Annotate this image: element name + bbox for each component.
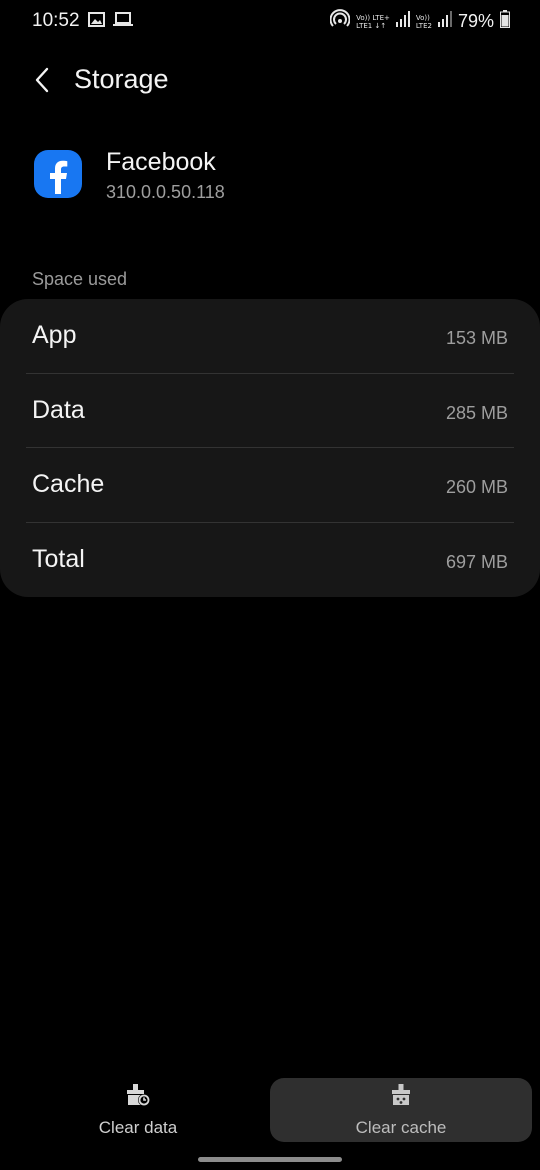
page-title: Storage: [74, 64, 169, 94]
row-value: 285 MB: [445, 402, 508, 423]
battery-percent: 79%: [457, 11, 494, 31]
status-bar: 10:52 Vo)) LTE+ LTE1 ↓↑ Vo)) LTE2 79%: [0, 0, 540, 44]
sim1-network-bottom: LTE1 ↓↑: [356, 21, 387, 30]
clear-data-icon: [125, 1083, 151, 1112]
sim1-network-top: Vo)) LTE+: [356, 13, 390, 22]
space-used-card: App 153 MB Data 285 MB Cache 260 MB Tota…: [0, 299, 540, 597]
status-left-icons: [88, 12, 133, 32]
status-time: 10:52: [32, 10, 80, 31]
row-value: 260 MB: [445, 477, 508, 497]
row-label: App: [32, 321, 77, 349]
storage-row-data: Data 285 MB: [0, 374, 540, 448]
clear-cache-button[interactable]: Clear cache: [270, 1078, 532, 1142]
bottom-action-bar: Clear data Clear cache: [0, 1078, 540, 1144]
status-right: Vo)) LTE+ LTE1 ↓↑ Vo)) LTE2 79%: [329, 9, 510, 34]
clear-data-button[interactable]: Clear data: [8, 1078, 268, 1142]
row-label: Cache: [32, 470, 105, 498]
facebook-icon: [34, 150, 82, 198]
laptop-icon: [113, 12, 133, 32]
row-label: Total: [32, 544, 85, 573]
chevron-left-icon: [35, 67, 49, 93]
header: Storage: [0, 52, 540, 108]
app-name: Facebook: [106, 148, 216, 176]
clear-data-label: Clear data: [98, 1117, 178, 1137]
back-button[interactable]: [28, 62, 56, 98]
app-info: Facebook 310.0.0.50.118: [34, 148, 514, 212]
sim2-network-top: Vo)): [415, 13, 430, 22]
app-version: 310.0.0.50.118: [106, 182, 225, 202]
section-header-space-used: Space used: [32, 269, 128, 289]
row-value: 697 MB: [445, 551, 508, 572]
sim1-network-label: Vo)) LTE+ LTE1 ↓↑: [356, 14, 390, 30]
storage-row-total: Total 697 MB: [0, 523, 540, 598]
row-label: Data: [32, 395, 85, 424]
signal-strength-icon-sim1: [395, 11, 410, 32]
sim2-network-bottom: LTE2: [415, 21, 432, 30]
sim2-network-label: Vo)) LTE2: [416, 14, 432, 30]
clear-cache-icon: [390, 1083, 412, 1112]
signal-strength-icon-sim2: [437, 11, 452, 32]
gallery-icon: [88, 12, 105, 32]
storage-row-app: App 153 MB: [0, 299, 540, 374]
home-indicator: [198, 1157, 342, 1162]
hotspot-icon: [329, 9, 351, 34]
battery-icon: [500, 10, 510, 33]
clear-cache-label: Clear cache: [355, 1117, 447, 1137]
row-value: 153 MB: [445, 328, 508, 348]
storage-row-cache: Cache 260 MB: [0, 448, 540, 523]
